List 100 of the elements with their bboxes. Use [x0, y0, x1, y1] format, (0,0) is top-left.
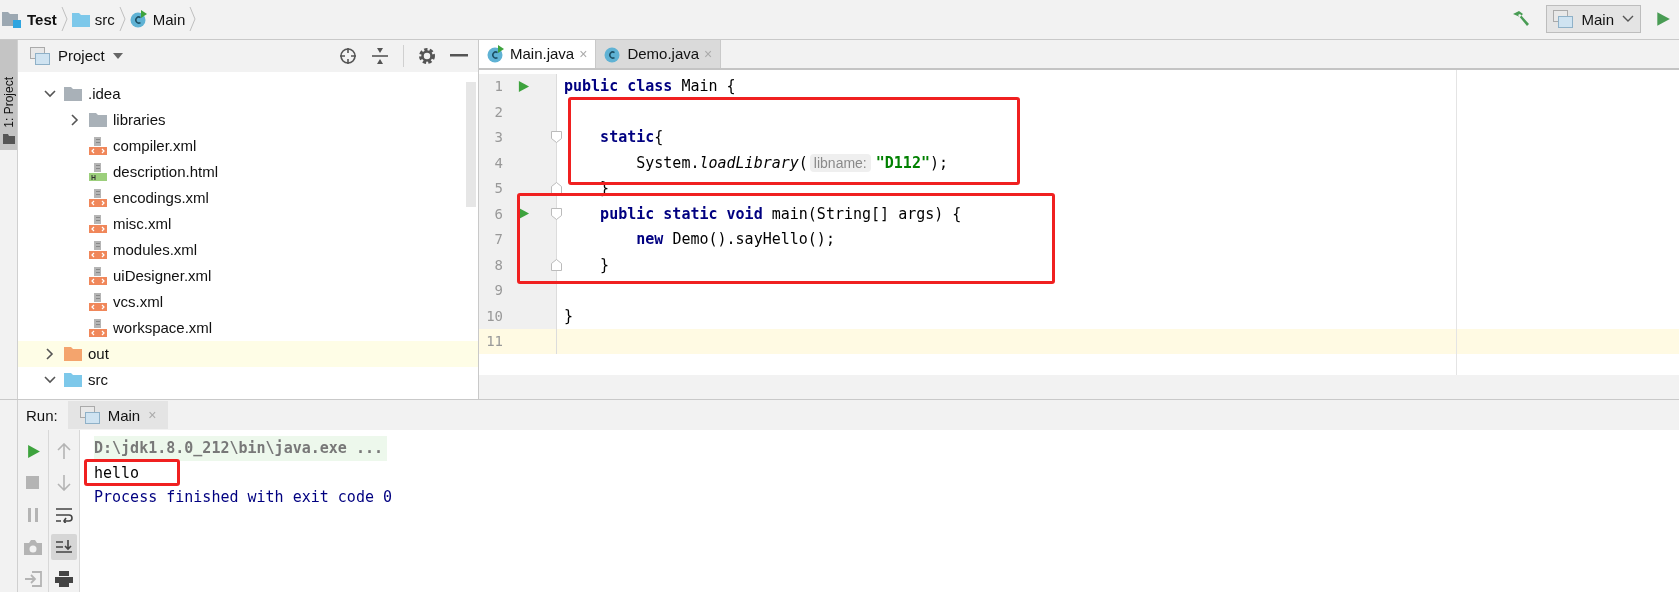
tree-row[interactable]: compiler.xml: [18, 132, 478, 159]
tree-row[interactable]: uiDesigner.xml: [18, 262, 478, 289]
xml-file-icon: [89, 214, 107, 233]
class-icon: [487, 44, 505, 63]
folder-icon: [64, 372, 82, 388]
chevron-right-icon[interactable]: [69, 113, 81, 126]
code-line: }: [599, 255, 610, 274]
tree-item-label: description.html: [113, 163, 219, 181]
folder-icon: [64, 346, 82, 362]
tree-item-label: modules.xml: [113, 241, 198, 259]
breadcrumb-label: Test: [27, 10, 57, 28]
breadcrumb-separator-icon: [60, 6, 68, 33]
run-icon[interactable]: [25, 443, 41, 459]
breadcrumb-label: Main: [152, 10, 186, 28]
tree-row[interactable]: misc.xml: [18, 210, 478, 237]
application-icon: [1553, 10, 1574, 29]
tree-item-label: src: [88, 371, 108, 389]
tree-row[interactable]: workspace.xml: [18, 314, 478, 341]
code-line: static{: [599, 128, 664, 147]
xml-file-icon: [89, 318, 107, 337]
run-gutter-icon[interactable]: [517, 207, 530, 221]
chevron-down-icon[interactable]: [44, 373, 56, 386]
xml-file-icon: [89, 292, 107, 311]
tree-item-label: misc.xml: [113, 215, 172, 233]
console-line: Process finished with exit code 0: [94, 487, 393, 509]
chevron-right-icon[interactable]: [44, 347, 56, 360]
tree-item-label: libraries: [113, 111, 166, 129]
line-number: 9: [493, 282, 503, 299]
xml-file-icon: [89, 136, 107, 155]
class-icon: [129, 10, 148, 29]
settings-icon[interactable]: [418, 46, 436, 65]
xml-file-icon: [89, 188, 107, 207]
module-icon: [2, 10, 22, 29]
side-tab[interactable]: 1: Project: [0, 39, 17, 150]
line-number: 10: [485, 307, 503, 324]
tree-item-label: compiler.xml: [113, 137, 197, 155]
soft-wrap-icon[interactable]: [55, 507, 73, 523]
html-file-icon: [89, 162, 107, 181]
tree-row[interactable]: src: [18, 366, 478, 393]
tree-row[interactable]: out: [18, 340, 478, 367]
run-icon[interactable]: [1655, 11, 1671, 28]
line-number: 8: [493, 256, 503, 273]
tree-item-label: uiDesigner.xml: [113, 267, 212, 285]
scrollbar[interactable]: [466, 81, 476, 207]
editor-tab[interactable]: Main.java ×: [479, 39, 597, 68]
scroll-to-end-icon[interactable]: [55, 539, 73, 555]
run-configuration-dropdown[interactable]: Main: [1546, 5, 1641, 34]
line-number: 4: [493, 154, 503, 171]
tree-row[interactable]: modules.xml: [18, 236, 478, 263]
application-icon: [79, 406, 100, 424]
console-line: hello: [94, 462, 141, 484]
breadcrumb[interactable]: Main: [129, 10, 186, 29]
tree-row[interactable]: description.html: [18, 158, 478, 185]
folder-icon: [71, 11, 90, 27]
run-label: Run:: [26, 406, 58, 424]
breadcrumb[interactable]: Test: [2, 10, 57, 29]
code-line: }: [563, 306, 574, 325]
xml-file-icon: [89, 266, 107, 285]
tree-item-label: .idea: [88, 85, 121, 103]
line-number: 6: [493, 205, 503, 222]
fold-marker-icon[interactable]: [551, 258, 562, 271]
folder-icon: [2, 133, 15, 144]
breadcrumb[interactable]: src: [71, 10, 115, 28]
code-line: System.loadLibrary( libname: "D112");: [635, 153, 948, 172]
line-number: 1: [493, 78, 503, 95]
xml-file-icon: [89, 240, 107, 259]
collapse-all-icon[interactable]: [371, 46, 389, 65]
tree-row[interactable]: .idea: [18, 80, 478, 107]
tree-row[interactable]: libraries: [18, 106, 478, 133]
line-number: 5: [493, 180, 503, 197]
project-window-icon: [30, 46, 50, 65]
line-number: 3: [493, 129, 503, 146]
line-number: 11: [485, 333, 503, 350]
tree-item-label: workspace.xml: [113, 319, 213, 337]
project-view-dropdown[interactable]: Project: [30, 46, 123, 65]
fold-marker-icon[interactable]: [551, 131, 562, 144]
fold-marker-icon[interactable]: [551, 182, 562, 195]
tree-row[interactable]: vcs.xml: [18, 288, 478, 315]
chevron-down-icon[interactable]: [44, 87, 56, 100]
tree-item-label: out: [88, 345, 109, 363]
run-gutter-icon[interactable]: [517, 79, 530, 93]
line-number: 2: [493, 103, 503, 120]
breadcrumb-separator-icon: [189, 6, 197, 33]
minimize-icon[interactable]: [450, 53, 468, 58]
breadcrumb-label: src: [94, 10, 115, 28]
tree-row[interactable]: encodings.xml: [18, 184, 478, 211]
code-line: new Demo().sayHello();: [635, 230, 835, 249]
folder-icon: [89, 112, 107, 128]
tree-item-label: vcs.xml: [113, 293, 163, 311]
fold-marker-icon[interactable]: [551, 207, 562, 220]
code-line: public static void main(String[] args) {: [599, 204, 962, 223]
print-icon[interactable]: [55, 571, 73, 587]
caret-icon: [112, 52, 123, 59]
run-tab[interactable]: Main ×: [67, 401, 169, 429]
crosshair-icon[interactable]: [339, 46, 357, 65]
breadcrumb-separator-icon: [118, 6, 126, 33]
code-line: public class Main {: [563, 77, 736, 96]
caret-icon: [1622, 15, 1634, 24]
editor-tab[interactable]: Demo.java ×: [596, 39, 722, 68]
line-number: 7: [493, 231, 503, 248]
